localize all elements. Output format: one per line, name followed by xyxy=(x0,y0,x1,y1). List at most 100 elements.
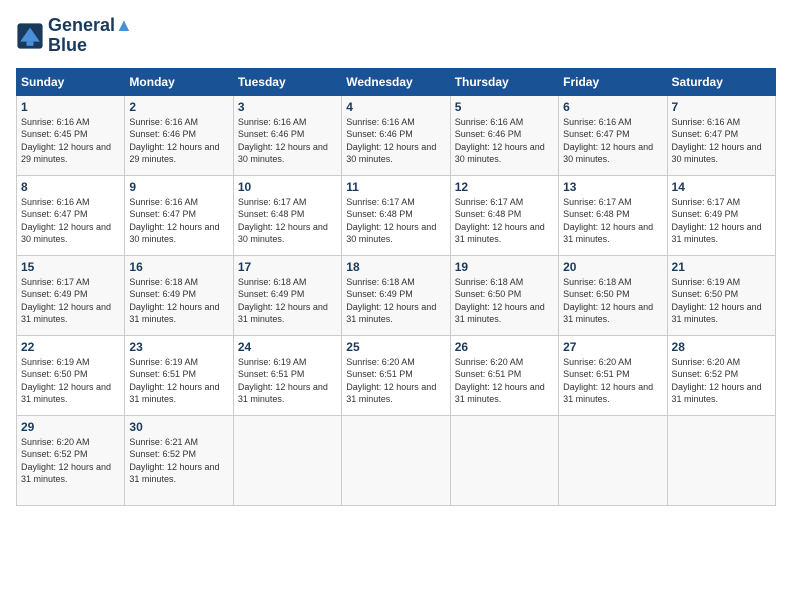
day-number: 4 xyxy=(346,100,445,114)
calendar-cell: 9 Sunrise: 6:16 AM Sunset: 6:47 PM Dayli… xyxy=(125,175,233,255)
day-number: 3 xyxy=(238,100,337,114)
day-number: 7 xyxy=(672,100,771,114)
logo: General▲ Blue xyxy=(16,16,133,56)
day-number: 5 xyxy=(455,100,554,114)
page-header: General▲ Blue xyxy=(16,16,776,56)
calendar-cell: 3 Sunrise: 6:16 AM Sunset: 6:46 PM Dayli… xyxy=(233,95,341,175)
calendar-cell xyxy=(450,415,558,505)
day-number: 21 xyxy=(672,260,771,274)
day-number: 18 xyxy=(346,260,445,274)
calendar-table: SundayMondayTuesdayWednesdayThursdayFrid… xyxy=(16,68,776,506)
day-number: 23 xyxy=(129,340,228,354)
day-number: 2 xyxy=(129,100,228,114)
day-info: Sunrise: 6:21 AM Sunset: 6:52 PM Dayligh… xyxy=(129,436,228,486)
calendar-cell: 19 Sunrise: 6:18 AM Sunset: 6:50 PM Dayl… xyxy=(450,255,558,335)
day-number: 8 xyxy=(21,180,120,194)
calendar-cell: 15 Sunrise: 6:17 AM Sunset: 6:49 PM Dayl… xyxy=(17,255,125,335)
day-info: Sunrise: 6:18 AM Sunset: 6:50 PM Dayligh… xyxy=(455,276,554,326)
calendar-cell: 27 Sunrise: 6:20 AM Sunset: 6:51 PM Dayl… xyxy=(559,335,667,415)
calendar-cell: 7 Sunrise: 6:16 AM Sunset: 6:47 PM Dayli… xyxy=(667,95,775,175)
day-info: Sunrise: 6:20 AM Sunset: 6:51 PM Dayligh… xyxy=(563,356,662,406)
calendar-cell: 24 Sunrise: 6:19 AM Sunset: 6:51 PM Dayl… xyxy=(233,335,341,415)
weekday-header-saturday: Saturday xyxy=(667,68,775,95)
calendar-cell: 17 Sunrise: 6:18 AM Sunset: 6:49 PM Dayl… xyxy=(233,255,341,335)
day-info: Sunrise: 6:19 AM Sunset: 6:51 PM Dayligh… xyxy=(129,356,228,406)
calendar-cell xyxy=(667,415,775,505)
calendar-cell: 26 Sunrise: 6:20 AM Sunset: 6:51 PM Dayl… xyxy=(450,335,558,415)
day-number: 27 xyxy=(563,340,662,354)
calendar-cell: 28 Sunrise: 6:20 AM Sunset: 6:52 PM Dayl… xyxy=(667,335,775,415)
day-info: Sunrise: 6:17 AM Sunset: 6:48 PM Dayligh… xyxy=(563,196,662,246)
day-info: Sunrise: 6:17 AM Sunset: 6:48 PM Dayligh… xyxy=(238,196,337,246)
calendar-cell: 18 Sunrise: 6:18 AM Sunset: 6:49 PM Dayl… xyxy=(342,255,450,335)
calendar-cell: 22 Sunrise: 6:19 AM Sunset: 6:50 PM Dayl… xyxy=(17,335,125,415)
day-info: Sunrise: 6:20 AM Sunset: 6:52 PM Dayligh… xyxy=(672,356,771,406)
day-info: Sunrise: 6:18 AM Sunset: 6:49 PM Dayligh… xyxy=(129,276,228,326)
calendar-cell: 30 Sunrise: 6:21 AM Sunset: 6:52 PM Dayl… xyxy=(125,415,233,505)
calendar-cell: 20 Sunrise: 6:18 AM Sunset: 6:50 PM Dayl… xyxy=(559,255,667,335)
day-number: 30 xyxy=(129,420,228,434)
day-number: 16 xyxy=(129,260,228,274)
day-info: Sunrise: 6:17 AM Sunset: 6:48 PM Dayligh… xyxy=(455,196,554,246)
day-info: Sunrise: 6:18 AM Sunset: 6:49 PM Dayligh… xyxy=(238,276,337,326)
calendar-cell: 21 Sunrise: 6:19 AM Sunset: 6:50 PM Dayl… xyxy=(667,255,775,335)
calendar-cell: 1 Sunrise: 6:16 AM Sunset: 6:45 PM Dayli… xyxy=(17,95,125,175)
day-info: Sunrise: 6:19 AM Sunset: 6:50 PM Dayligh… xyxy=(672,276,771,326)
day-info: Sunrise: 6:18 AM Sunset: 6:49 PM Dayligh… xyxy=(346,276,445,326)
day-info: Sunrise: 6:17 AM Sunset: 6:49 PM Dayligh… xyxy=(21,276,120,326)
calendar-cell: 4 Sunrise: 6:16 AM Sunset: 6:46 PM Dayli… xyxy=(342,95,450,175)
day-number: 15 xyxy=(21,260,120,274)
calendar-cell: 11 Sunrise: 6:17 AM Sunset: 6:48 PM Dayl… xyxy=(342,175,450,255)
calendar-cell: 16 Sunrise: 6:18 AM Sunset: 6:49 PM Dayl… xyxy=(125,255,233,335)
calendar-cell: 6 Sunrise: 6:16 AM Sunset: 6:47 PM Dayli… xyxy=(559,95,667,175)
day-number: 13 xyxy=(563,180,662,194)
calendar-cell xyxy=(559,415,667,505)
calendar-header: SundayMondayTuesdayWednesdayThursdayFrid… xyxy=(17,68,776,95)
calendar-cell: 12 Sunrise: 6:17 AM Sunset: 6:48 PM Dayl… xyxy=(450,175,558,255)
day-number: 29 xyxy=(21,420,120,434)
day-info: Sunrise: 6:16 AM Sunset: 6:46 PM Dayligh… xyxy=(238,116,337,166)
day-info: Sunrise: 6:16 AM Sunset: 6:47 PM Dayligh… xyxy=(21,196,120,246)
day-info: Sunrise: 6:16 AM Sunset: 6:46 PM Dayligh… xyxy=(129,116,228,166)
day-info: Sunrise: 6:20 AM Sunset: 6:52 PM Dayligh… xyxy=(21,436,120,486)
day-number: 25 xyxy=(346,340,445,354)
day-number: 14 xyxy=(672,180,771,194)
weekday-header-monday: Monday xyxy=(125,68,233,95)
day-info: Sunrise: 6:17 AM Sunset: 6:48 PM Dayligh… xyxy=(346,196,445,246)
day-info: Sunrise: 6:18 AM Sunset: 6:50 PM Dayligh… xyxy=(563,276,662,326)
calendar-cell: 29 Sunrise: 6:20 AM Sunset: 6:52 PM Dayl… xyxy=(17,415,125,505)
calendar-cell: 25 Sunrise: 6:20 AM Sunset: 6:51 PM Dayl… xyxy=(342,335,450,415)
day-info: Sunrise: 6:16 AM Sunset: 6:46 PM Dayligh… xyxy=(455,116,554,166)
day-info: Sunrise: 6:16 AM Sunset: 6:45 PM Dayligh… xyxy=(21,116,120,166)
calendar-cell: 10 Sunrise: 6:17 AM Sunset: 6:48 PM Dayl… xyxy=(233,175,341,255)
weekday-header-sunday: Sunday xyxy=(17,68,125,95)
day-number: 26 xyxy=(455,340,554,354)
day-number: 17 xyxy=(238,260,337,274)
weekday-header-tuesday: Tuesday xyxy=(233,68,341,95)
day-info: Sunrise: 6:16 AM Sunset: 6:47 PM Dayligh… xyxy=(672,116,771,166)
day-number: 11 xyxy=(346,180,445,194)
calendar-cell: 13 Sunrise: 6:17 AM Sunset: 6:48 PM Dayl… xyxy=(559,175,667,255)
calendar-cell: 2 Sunrise: 6:16 AM Sunset: 6:46 PM Dayli… xyxy=(125,95,233,175)
logo-text: General▲ Blue xyxy=(48,16,133,56)
weekday-header-thursday: Thursday xyxy=(450,68,558,95)
calendar-cell xyxy=(233,415,341,505)
calendar-cell: 5 Sunrise: 6:16 AM Sunset: 6:46 PM Dayli… xyxy=(450,95,558,175)
day-info: Sunrise: 6:16 AM Sunset: 6:47 PM Dayligh… xyxy=(129,196,228,246)
day-info: Sunrise: 6:20 AM Sunset: 6:51 PM Dayligh… xyxy=(455,356,554,406)
calendar-cell: 8 Sunrise: 6:16 AM Sunset: 6:47 PM Dayli… xyxy=(17,175,125,255)
logo-icon xyxy=(16,22,44,50)
day-info: Sunrise: 6:19 AM Sunset: 6:50 PM Dayligh… xyxy=(21,356,120,406)
day-info: Sunrise: 6:17 AM Sunset: 6:49 PM Dayligh… xyxy=(672,196,771,246)
calendar-cell: 14 Sunrise: 6:17 AM Sunset: 6:49 PM Dayl… xyxy=(667,175,775,255)
day-number: 12 xyxy=(455,180,554,194)
day-number: 24 xyxy=(238,340,337,354)
day-info: Sunrise: 6:16 AM Sunset: 6:46 PM Dayligh… xyxy=(346,116,445,166)
day-number: 1 xyxy=(21,100,120,114)
day-number: 20 xyxy=(563,260,662,274)
day-info: Sunrise: 6:20 AM Sunset: 6:51 PM Dayligh… xyxy=(346,356,445,406)
day-info: Sunrise: 6:19 AM Sunset: 6:51 PM Dayligh… xyxy=(238,356,337,406)
day-info: Sunrise: 6:16 AM Sunset: 6:47 PM Dayligh… xyxy=(563,116,662,166)
day-number: 28 xyxy=(672,340,771,354)
day-number: 22 xyxy=(21,340,120,354)
